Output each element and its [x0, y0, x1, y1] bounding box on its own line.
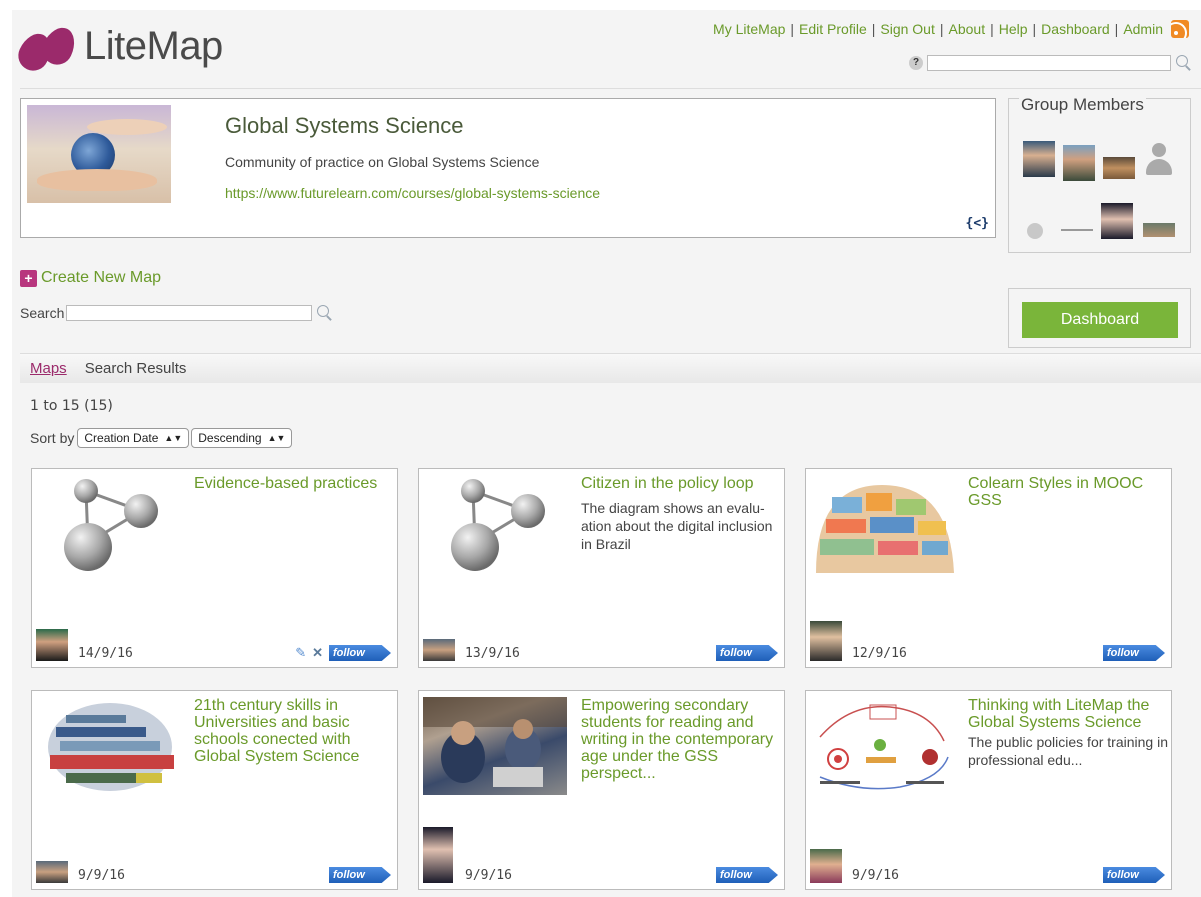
map-date: 9/9/16	[465, 868, 512, 883]
map-thumbnail-network[interactable]	[36, 475, 180, 573]
map-title[interactable]: Colearn Styles in MOOC GSS	[968, 475, 1164, 509]
nav-my-litemap[interactable]: My LiteMap	[713, 21, 785, 37]
nav-about[interactable]: About	[949, 21, 986, 37]
tab-search-results[interactable]: Search Results	[85, 360, 187, 377]
member-avatar[interactable]	[1027, 223, 1043, 239]
group-description: Community of practice on Global Systems …	[225, 154, 540, 170]
search-icon[interactable]	[1175, 54, 1193, 72]
logo-text: LiteMap	[84, 24, 223, 68]
group-title: Global Systems Science	[225, 113, 464, 138]
map-date: 9/9/16	[78, 868, 125, 883]
sort-field-select[interactable]: Creation Date ▲▼	[77, 428, 190, 448]
member-avatar[interactable]	[1063, 145, 1095, 181]
member-avatar[interactable]	[1101, 203, 1133, 239]
map-card[interactable]: Citizen in the policy loop The diagram s…	[418, 468, 785, 668]
group-members-title: Group Members	[1019, 95, 1146, 115]
nav-admin[interactable]: Admin	[1123, 21, 1163, 37]
follow-button[interactable]: follow	[716, 645, 778, 661]
help-icon[interactable]: ?	[909, 56, 923, 70]
map-title[interactable]: Empowering secondary students for readin…	[581, 697, 777, 782]
map-card[interactable]: Colearn Styles in MOOC GSS 12/9/16 follo…	[805, 468, 1172, 668]
plus-icon: +	[20, 269, 37, 287]
map-title[interactable]: 21th century skills in Universities and …	[194, 697, 390, 765]
group-url-link[interactable]: https://www.futurelearn.com/courses/glob…	[225, 185, 600, 201]
map-description: The public policies for training in prof…	[968, 734, 1168, 768]
member-avatar[interactable]	[1023, 141, 1055, 177]
tab-maps[interactable]: Maps	[30, 360, 67, 377]
map-thumbnail-network[interactable]	[423, 475, 567, 573]
search-label: Search	[20, 305, 65, 321]
pencil-icon[interactable]: ✎	[295, 645, 306, 661]
follow-button[interactable]: follow	[329, 645, 391, 661]
embed-icon[interactable]: {<}	[966, 216, 989, 231]
follow-button[interactable]: follow	[1103, 645, 1165, 661]
author-avatar[interactable]	[423, 827, 453, 883]
map-card[interactable]: Thinking with LiteMap the Global Systems…	[805, 690, 1172, 890]
nav-sign-out[interactable]: Sign Out	[880, 21, 934, 37]
author-avatar[interactable]	[423, 639, 455, 661]
map-thumbnail-sketch[interactable]	[810, 697, 954, 795]
sort-controls: Sort by Creation Date ▲▼ Descending ▲▼	[30, 428, 293, 448]
sort-label: Sort by	[30, 430, 75, 446]
logo-icon	[13, 21, 81, 76]
author-avatar[interactable]	[36, 629, 68, 661]
create-new-map-label: Create New Map	[41, 269, 162, 286]
author-avatar[interactable]	[36, 861, 68, 883]
top-search: ?	[909, 54, 1193, 72]
member-avatar[interactable]	[1103, 157, 1135, 179]
follow-button[interactable]: follow	[329, 867, 391, 883]
map-date: 12/9/16	[852, 646, 907, 661]
map-search-input[interactable]	[66, 305, 313, 321]
map-thumbnail-wordcloud[interactable]	[810, 475, 954, 573]
map-title[interactable]: Citizen in the policy loop	[581, 475, 777, 492]
member-avatar[interactable]	[1061, 229, 1093, 231]
group-header: Global Systems Science Community of prac…	[20, 98, 996, 238]
sort-order-select[interactable]: Descending ▲▼	[191, 428, 293, 448]
group-members-panel: Group Members	[1008, 95, 1191, 253]
map-search: Search	[20, 304, 334, 322]
edit-controls: ✎ ✕	[295, 645, 323, 661]
map-date: 13/9/16	[465, 646, 520, 661]
map-date: 14/9/16	[78, 646, 133, 661]
map-date: 9/9/16	[852, 868, 899, 883]
map-description: The diagram shows an evalu-ation about t…	[581, 500, 773, 552]
search-icon[interactable]	[316, 304, 334, 322]
nav-help[interactable]: Help	[999, 21, 1028, 37]
member-avatar[interactable]	[1143, 223, 1175, 237]
header-divider	[20, 88, 1201, 89]
dashboard-panel: Dashboard	[1008, 288, 1191, 348]
result-count: 1 to 15 (15)	[30, 398, 113, 414]
create-new-map-link[interactable]: + Create New Map	[20, 269, 161, 287]
map-card[interactable]: 21th century skills in Universities and …	[31, 690, 398, 890]
follow-button[interactable]: follow	[716, 867, 778, 883]
page: LiteMap My LiteMap | Edit Profile | Sign O…	[12, 10, 1201, 897]
follow-button[interactable]: follow	[1103, 867, 1165, 883]
rss-icon[interactable]	[1171, 20, 1189, 38]
tab-bar: Maps Search Results	[20, 353, 1201, 383]
delete-icon[interactable]: ✕	[312, 645, 323, 661]
group-image	[27, 105, 171, 203]
dashboard-button[interactable]: Dashboard	[1022, 302, 1178, 338]
nav-dashboard[interactable]: Dashboard	[1041, 21, 1110, 37]
map-card[interactable]: Evidence-based practices 14/9/16 ✎ ✕ fol…	[31, 468, 398, 668]
author-avatar[interactable]	[810, 621, 842, 661]
map-thumbnail-photo[interactable]	[423, 697, 567, 795]
nav-edit-profile[interactable]: Edit Profile	[799, 21, 867, 37]
map-card[interactable]: Empowering secondary students for readin…	[418, 690, 785, 890]
map-title[interactable]: Thinking with LiteMap the Global Systems…	[968, 697, 1164, 731]
top-search-input[interactable]	[927, 55, 1171, 71]
member-avatar-default[interactable]	[1143, 141, 1175, 177]
map-title[interactable]: Evidence-based practices	[194, 475, 390, 492]
litemap-logo[interactable]: LiteMap	[13, 21, 223, 76]
top-nav: My LiteMap | Edit Profile | Sign Out | Abou…	[713, 20, 1189, 38]
author-avatar[interactable]	[810, 849, 842, 883]
map-thumbnail-wordcloud[interactable]	[36, 697, 180, 795]
